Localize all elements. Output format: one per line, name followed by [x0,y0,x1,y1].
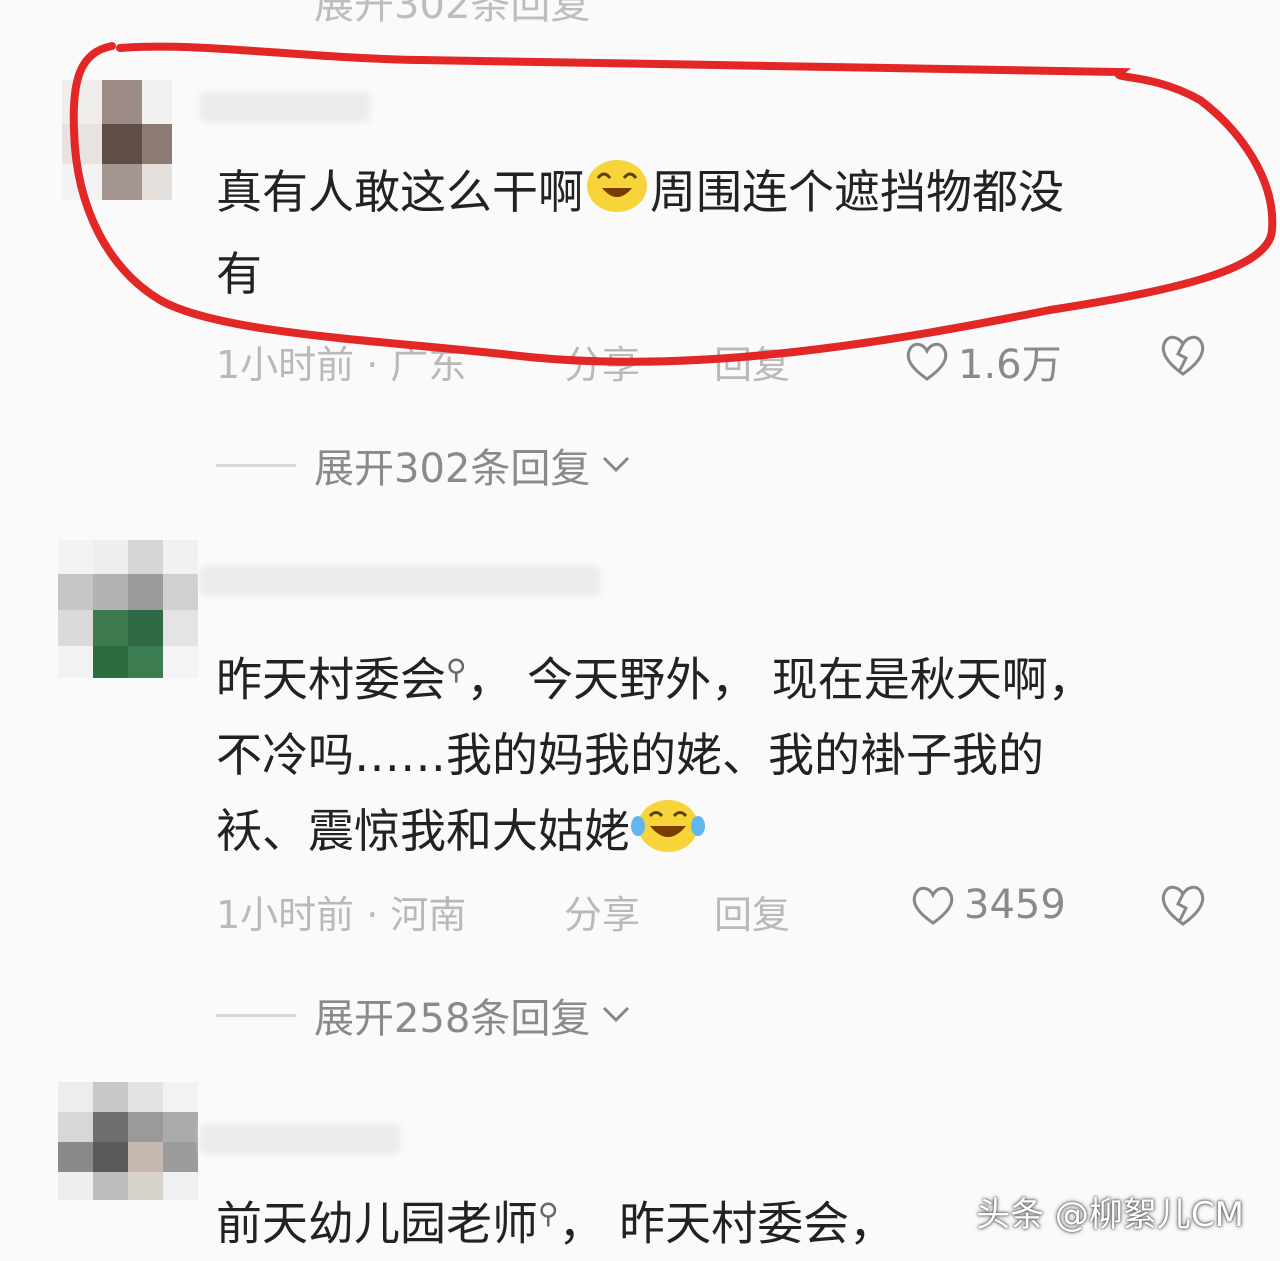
watermark: 头条 @柳絮儿CM [976,1195,1244,1235]
broken-heart-icon[interactable] [1158,882,1208,928]
search-icon[interactable]: ⚲ [538,1197,559,1230]
avatar[interactable] [58,1082,198,1200]
username-blurred[interactable] [200,566,600,596]
expand-replies-link[interactable]: 展开258条回复 [216,986,636,1044]
like-button[interactable]: 3459 [910,882,1066,928]
highlight-circle [69,42,1277,366]
username-blurred[interactable] [200,1124,400,1154]
search-icon[interactable]: ⚲ [446,653,467,686]
comment-text: 昨天村委会⚲， 今天野外， 现在是秋天啊， 不冷吗……我的妈我的姥、我的褂子我的… [216,632,1236,876]
avatar[interactable] [58,540,198,678]
reply-button[interactable]: 回复 [714,884,790,939]
divider [216,1013,296,1017]
like-count: 3459 [964,882,1066,928]
heart-icon [912,886,954,925]
divider [216,463,296,467]
expand-replies-link[interactable]: 展开302条回复 [216,436,636,494]
share-button[interactable]: 分享 [564,884,640,939]
comment-meta-time: 1小时前 · 河南 [216,893,467,937]
chevron-down-icon [603,456,630,473]
crying-laughing-emoji-icon [630,794,706,876]
chevron-down-icon [603,1006,630,1023]
